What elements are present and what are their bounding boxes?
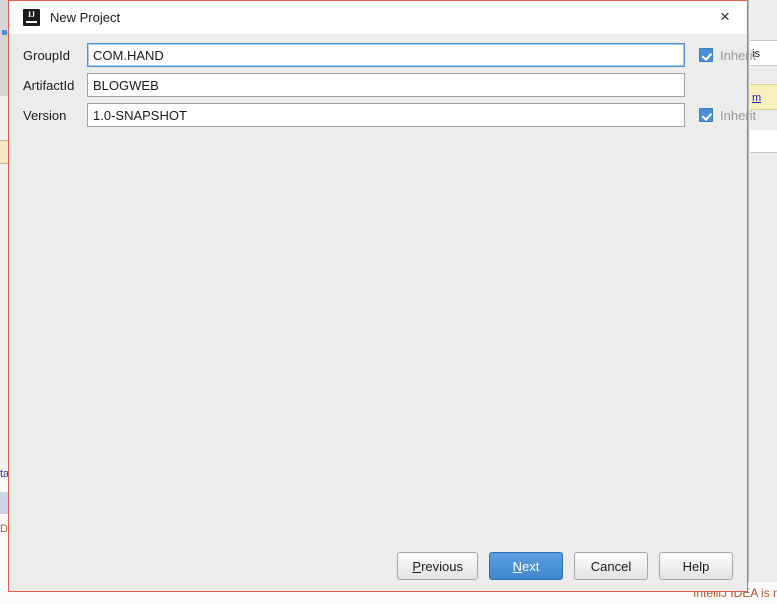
next-button[interactable]: Next (489, 552, 563, 580)
next-button-label: ext (522, 558, 540, 574)
close-icon[interactable]: × (703, 1, 747, 33)
app-icon-underline (26, 20, 37, 23)
dialog-title-bar: IJ New Project × (9, 1, 747, 34)
cancel-button-label: Cancel (590, 558, 632, 574)
groupid-inherit-group[interactable]: Inherit (699, 48, 756, 63)
version-inherit-checkbox[interactable] (699, 108, 713, 122)
form-row-artifactid: ArtifactId (9, 73, 747, 97)
groupid-inherit-label: Inherit (720, 47, 757, 63)
previous-button-label: revious (421, 558, 463, 574)
cancel-button[interactable]: Cancel (574, 552, 648, 580)
artifactid-label: ArtifactId (23, 77, 75, 93)
version-label: Version (23, 107, 67, 123)
help-button-label: Help (682, 558, 710, 574)
previous-button-mnemonic: P (412, 558, 422, 574)
dialog-button-bar: Previous Next Cancel Help (9, 541, 747, 591)
version-input[interactable] (87, 103, 685, 127)
background-breakpoint-marker-icon (2, 30, 7, 35)
dialog-content: GroupId Inherit ArtifactId Version Inher… (9, 34, 756, 541)
previous-button[interactable]: Previous (397, 552, 478, 580)
background-left-tool-window (0, 0, 8, 96)
form-row-version: Version Inherit (9, 103, 756, 127)
background-code-lines-bottom: Da tr Da ji (0, 523, 8, 535)
background-right-link-row: m (750, 84, 777, 110)
background-right-text-row-3 (750, 130, 777, 153)
groupid-inherit-checkbox[interactable] (699, 48, 713, 62)
groupid-label: GroupId (23, 47, 70, 63)
help-button[interactable]: Help (659, 552, 733, 580)
artifactid-input[interactable] (87, 73, 685, 97)
intellij-idea-icon: IJ (23, 9, 40, 26)
version-inherit-label: Inherit (720, 107, 757, 123)
form-row-groupid: GroupId Inherit (9, 43, 756, 67)
background-code-selection (0, 492, 8, 514)
version-inherit-group[interactable]: Inherit (699, 108, 756, 123)
new-project-dialog: IJ New Project × GroupId Inherit Artifac… (8, 0, 756, 592)
background-editor-tab (0, 140, 8, 164)
groupid-input[interactable] (87, 43, 685, 67)
app-icon-letters: IJ (27, 10, 36, 19)
next-button-mnemonic: N (512, 558, 523, 574)
background-code-line-top: ta (0, 468, 8, 480)
dialog-title: New Project (50, 10, 121, 25)
